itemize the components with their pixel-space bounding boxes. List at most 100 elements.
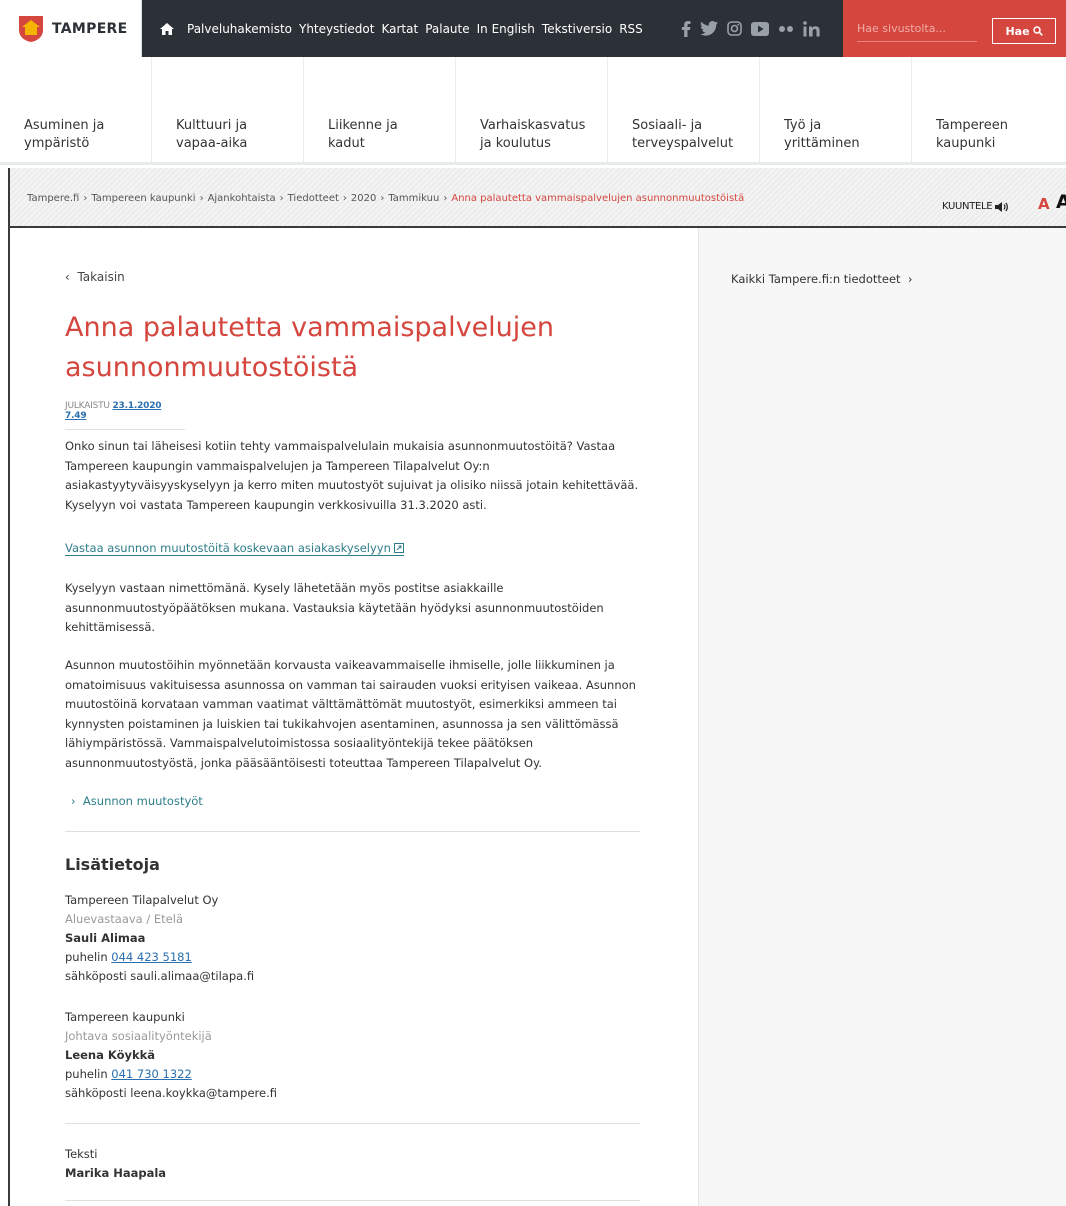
- flickr-icon[interactable]: [778, 25, 794, 33]
- breadcrumb: Tampere.fi › Tampereen kaupunki › Ajanko…: [27, 193, 744, 204]
- divider: [65, 1123, 640, 1124]
- contact-phone: puhelin 044 423 5181: [65, 948, 254, 967]
- back-link[interactable]: ‹ Takaisin: [65, 270, 125, 284]
- contact-email: sähköposti sauli.alimaa@tilapa.fi: [65, 969, 255, 983]
- nav-item-sosiaali[interactable]: Sosiaali- ja terveyspalvelut: [608, 57, 760, 162]
- contact-name: Leena Köykkä: [65, 1048, 156, 1062]
- breadcrumb-item[interactable]: Tampereen kaupunki: [91, 193, 195, 204]
- twitter-icon[interactable]: [700, 21, 718, 36]
- top-link-palveluhakemisto[interactable]: Palveluhakemisto: [187, 22, 292, 36]
- main-navigation: Asuminen ja ympäristö Kulttuuri ja vapaa-a…: [0, 57, 1066, 165]
- contact-phone: puhelin 041 730 1322: [65, 1065, 277, 1084]
- nav-item-tampereen-kaupunki[interactable]: Tampereen kaupunki: [912, 57, 1064, 162]
- divider: [65, 1200, 640, 1201]
- font-size-large-button[interactable]: A: [1056, 191, 1066, 213]
- nav-item-kulttuuri[interactable]: Kulttuuri ja vapaa-aika: [152, 57, 304, 162]
- breadcrumb-item-home[interactable]: Tampere.fi: [27, 193, 79, 204]
- nav-item-line2: ja koulutus: [480, 136, 551, 151]
- nav-item-line1: Varhaiskasvatus: [480, 118, 586, 133]
- published-label: JULKAISTU: [65, 401, 110, 411]
- search-button[interactable]: Hae: [992, 18, 1056, 44]
- search-icon: [1032, 26, 1043, 36]
- nav-item-liikenne[interactable]: Liikenne ja kadut: [304, 57, 456, 162]
- sidebar: Kaikki Tampere.fi:n tiedotteet ›: [698, 228, 1066, 1206]
- all-news-link-label: Kaikki Tampere.fi:n tiedotteet: [731, 272, 901, 286]
- chevron-left-icon: ‹: [65, 270, 70, 284]
- nav-item-tyo[interactable]: Työ ja yrittäminen: [760, 57, 912, 162]
- contact-card: Tampereen kaupunki Johtava sosiaalityönt…: [65, 1008, 277, 1103]
- chevron-right-icon: ›: [907, 272, 913, 286]
- top-link-rss[interactable]: RSS: [619, 22, 643, 36]
- phone-link[interactable]: 044 423 5181: [111, 950, 191, 964]
- youtube-icon[interactable]: [751, 21, 769, 36]
- all-news-link[interactable]: Kaikki Tampere.fi:n tiedotteet ›: [731, 272, 912, 286]
- facebook-icon[interactable]: [681, 20, 691, 37]
- contact-role: Aluevastaava / Etelä: [65, 912, 184, 926]
- nav-item-line2: yrittäminen: [784, 136, 860, 151]
- instagram-icon[interactable]: [727, 21, 742, 36]
- top-link-tekstiversio[interactable]: Tekstiversio: [542, 22, 612, 36]
- section-heading: Lisätietoja: [65, 855, 160, 874]
- home-icon[interactable]: [160, 22, 174, 35]
- nav-item-line1: Asuminen ja: [24, 118, 105, 133]
- speaker-icon: [995, 201, 1009, 212]
- external-link-icon: [393, 543, 404, 553]
- nav-item-line1: Sosiaali- ja: [632, 118, 703, 133]
- nav-item-line1: Työ ja: [784, 118, 822, 133]
- breadcrumb-item[interactable]: 2020: [351, 193, 376, 204]
- contact-name: Sauli Alimaa: [65, 931, 146, 945]
- breadcrumb-current: Anna palautetta vammaispalvelujen asunno…: [451, 193, 745, 204]
- breadcrumb-item[interactable]: Ajankohtaista: [208, 193, 276, 204]
- chevron-right-icon: ›: [199, 193, 204, 204]
- search-button-label: Hae: [1005, 24, 1030, 38]
- author-name: Marika Haapala: [65, 1166, 167, 1180]
- author-label: Teksti: [65, 1147, 98, 1161]
- nav-item-line2: kadut: [328, 136, 365, 151]
- contact-role: Johtava sosiaalityöntekijä: [65, 1029, 212, 1043]
- contact-card: Tampereen Tilapalvelut Oy Aluevastaava /…: [65, 891, 254, 986]
- chevron-right-icon: ›: [342, 193, 347, 204]
- back-link-label: Takaisin: [77, 270, 125, 284]
- logo[interactable]: TAMPERE: [0, 0, 142, 57]
- tampere-crest-icon: [19, 15, 43, 42]
- chevron-right-icon: ›: [380, 193, 385, 204]
- nav-item-line1: Liikenne ja: [328, 118, 398, 133]
- phone-link[interactable]: 041 730 1322: [111, 1067, 191, 1081]
- nav-item-line1: Kulttuuri ja: [176, 118, 248, 133]
- divider: [65, 831, 640, 832]
- top-links: Palveluhakemisto Yhteystiedot Kartat Pal…: [142, 0, 643, 57]
- breadcrumb-bar: Tampere.fi › Tampereen kaupunki › Ajanko…: [10, 168, 1066, 228]
- top-link-yhteystiedot[interactable]: Yhteystiedot: [299, 22, 374, 36]
- nav-item-line2: vapaa-aika: [176, 136, 248, 151]
- phone-label: puhelin: [65, 1067, 108, 1081]
- survey-link[interactable]: Vastaa asunnon muutostöitä koskevaan asi…: [65, 541, 404, 556]
- related-link-label: Asunnon muutostyöt: [82, 794, 203, 808]
- listen-button[interactable]: KUUNTELE: [942, 201, 1009, 212]
- breadcrumb-item[interactable]: Tiedotteet: [288, 193, 339, 204]
- page-title: Anna palautetta vammaispalvelujen asunno…: [65, 312, 555, 383]
- nav-item-asuminen[interactable]: Asuminen ja ympäristö: [0, 57, 152, 162]
- search-input[interactable]: [857, 15, 977, 42]
- nav-item-line2: terveyspalvelut: [632, 136, 734, 151]
- top-link-kartat[interactable]: Kartat: [381, 22, 418, 36]
- font-size-small-button[interactable]: A: [1038, 195, 1050, 213]
- nav-item-varhaiskasvatus[interactable]: Varhaiskasvatus ja koulutus: [456, 57, 608, 162]
- top-link-palaute[interactable]: Palaute: [425, 22, 469, 36]
- phone-label: puhelin: [65, 950, 108, 964]
- survey-link-label: Vastaa asunnon muutostöitä koskevaan asi…: [65, 541, 391, 555]
- contact-email: sähköposti leena.koykka@tampere.fi: [65, 1086, 277, 1100]
- top-link-in-english[interactable]: In English: [477, 22, 535, 36]
- social-links: [681, 0, 821, 57]
- chevron-right-icon: ›: [83, 193, 88, 204]
- nav-item-line2: ympäristö: [24, 136, 90, 151]
- contact-org: Tampereen Tilapalvelut Oy: [65, 893, 219, 907]
- nav-item-line1: Tampereen: [936, 118, 1008, 133]
- article-paragraph: Onko sinun tai läheisesi kotiin tehty va…: [65, 439, 639, 512]
- article-paragraph: Kyselyyn vastaan nimettömänä. Kysely läh…: [65, 581, 604, 634]
- breadcrumb-item[interactable]: Tammikuu: [388, 193, 439, 204]
- linkedin-icon[interactable]: [803, 20, 821, 37]
- nav-item-line2: kaupunki: [936, 136, 996, 151]
- contact-org: Tampereen kaupunki: [65, 1010, 185, 1024]
- related-link[interactable]: › Asunnon muutostyöt: [71, 794, 203, 808]
- article-paragraph: Asunnon muutostöihin myönnetään korvaust…: [65, 658, 636, 770]
